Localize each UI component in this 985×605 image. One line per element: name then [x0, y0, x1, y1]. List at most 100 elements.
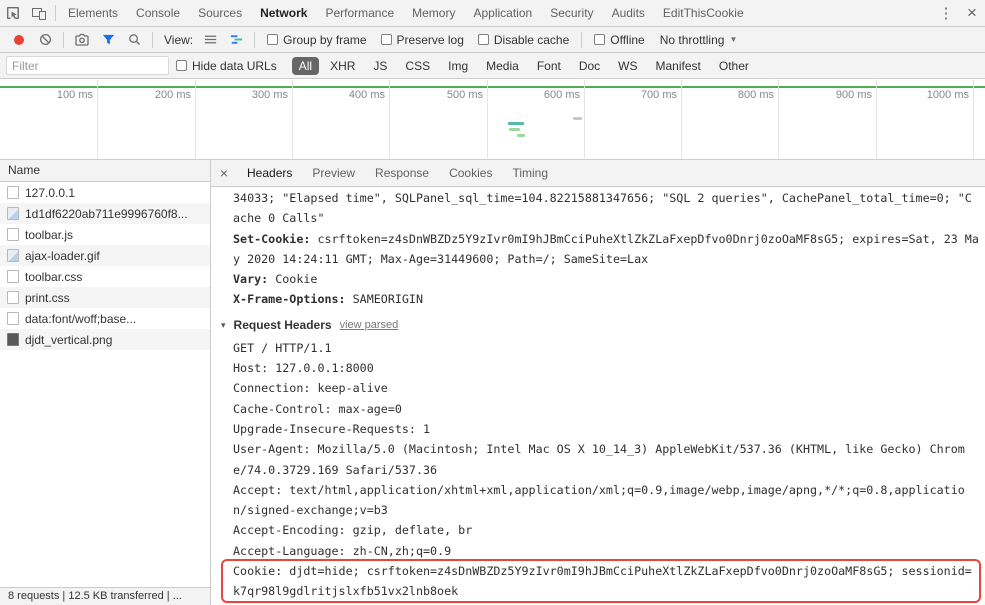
image-file-icon [7, 249, 19, 262]
details-tab-preview[interactable]: Preview [302, 160, 365, 186]
request-row-print-css[interactable]: print.css [0, 287, 210, 308]
name-column-header[interactable]: Name [0, 160, 210, 182]
kebab-menu-icon[interactable]: ⋮ [933, 1, 959, 25]
divider [152, 31, 153, 48]
request-row-toolbar-js[interactable]: toolbar.js [0, 224, 210, 245]
devtools-window: Elements Console Sources Network Performance… [0, 0, 985, 605]
tab-application[interactable]: Application [464, 0, 541, 26]
type-filter-manifest[interactable]: Manifest [649, 57, 708, 75]
waterfall-bar [509, 128, 520, 131]
show-overview-toggle[interactable] [223, 28, 249, 52]
response-header-line: y 2020 14:24:11 GMT; Max-Age=31449600; P… [233, 251, 649, 266]
request-name: toolbar.js [25, 227, 74, 242]
close-details-icon[interactable]: × [211, 160, 237, 186]
request-row-127-0-0-1[interactable]: 127.0.0.1 [0, 182, 210, 203]
checkbox-icon [267, 34, 279, 45]
request-row-ajax-loader-gif[interactable]: ajax-loader.gif [0, 245, 210, 266]
type-filter-xhr[interactable]: XHR [323, 57, 362, 75]
details-tab-response[interactable]: Response [365, 160, 439, 186]
timeline-label: 400 ms [348, 89, 385, 101]
request-header-line: Upgrade-Insecure-Requests: 1 [233, 421, 431, 436]
document-file-icon [7, 312, 19, 325]
tab-console[interactable]: Console [127, 0, 189, 26]
checkbox-icon [176, 60, 187, 71]
type-filter-css[interactable]: CSS [398, 57, 437, 75]
details-tab-timing[interactable]: Timing [502, 160, 558, 186]
device-toolbar-icon[interactable] [26, 1, 52, 25]
hide-data-urls-checkbox[interactable]: Hide data URLs [176, 59, 277, 73]
details-tab-headers[interactable]: Headers [237, 160, 302, 186]
inspect-element-glyph [7, 7, 19, 19]
tab-memory[interactable]: Memory [403, 0, 464, 26]
preserve-log-checkbox[interactable]: Preserve log [380, 33, 464, 47]
tab-editthiscookie[interactable]: EditThisCookie [654, 0, 753, 26]
details-tabbar: × Headers Preview Response Cookies Timing [211, 160, 985, 187]
search-icon [128, 34, 140, 46]
capture-screenshots-button[interactable] [69, 28, 95, 52]
panel-tabs: Elements Console Sources Network Performance… [59, 0, 753, 26]
search-button[interactable] [121, 28, 147, 52]
close-devtools-icon[interactable]: × [959, 1, 985, 25]
response-header-line: Set-Cookie: csrftoken=z4sDnWBZDz5Y9zIvr0… [233, 231, 979, 246]
tab-elements[interactable]: Elements [59, 0, 127, 26]
request-row-djdt-vertical-png[interactable]: djdt_vertical.png [0, 329, 210, 350]
request-headers-title: Request Headers [233, 317, 332, 332]
tab-network[interactable]: Network [251, 0, 316, 26]
request-headers-section: GET / HTTP/1.1 Host: 127.0.0.1:8000 Connec… [233, 338, 983, 602]
timeline-gridline [876, 80, 877, 159]
details-tab-cookies[interactable]: Cookies [439, 160, 502, 186]
overview-load-line [0, 86, 985, 88]
request-header-line: User-Agent: Mozilla/5.0 (Macintosh; Inte… [233, 442, 965, 457]
timeline-gridline [584, 80, 585, 159]
timeline-label: 200 ms [154, 89, 191, 101]
response-header-line: ache 0 Calls" [233, 211, 325, 226]
offline-checkbox[interactable]: Offline [594, 33, 645, 47]
request-headers-section-header[interactable]: ▾ Request Headers view parsed [221, 315, 983, 335]
use-large-rows-toggle[interactable] [197, 28, 223, 52]
disable-cache-label: Disable cache [493, 32, 570, 47]
type-filter-other[interactable]: Other [712, 57, 756, 75]
request-header-line: Host: 127.0.0.1:8000 [233, 361, 374, 376]
network-overview-timeline[interactable]: 100 ms 200 ms 300 ms 400 ms 500 ms 600 ms 700 … [0, 80, 985, 160]
network-toolbar: View: Group by frame Preserve log Disabl… [0, 27, 985, 53]
type-filter-doc[interactable]: Doc [572, 57, 607, 75]
clear-network-log-button[interactable] [32, 28, 58, 52]
type-filter-font[interactable]: Font [530, 57, 568, 75]
type-filter-ws[interactable]: WS [611, 57, 644, 75]
filter-input[interactable] [6, 56, 169, 75]
type-filter-js[interactable]: JS [366, 57, 394, 75]
view-label: View: [164, 32, 194, 47]
request-row-data-font-woff-base[interactable]: data:font/woff;base... [0, 308, 210, 329]
type-filter-media[interactable]: Media [479, 57, 526, 75]
request-row-toolbar-css[interactable]: toolbar.css [0, 266, 210, 287]
divider [55, 5, 56, 21]
checkbox-icon [380, 34, 392, 45]
tab-audits[interactable]: Audits [603, 0, 654, 26]
tab-performance[interactable]: Performance [316, 0, 403, 26]
clear-icon [39, 33, 51, 46]
devtools-tabbar: Elements Console Sources Network Performance… [0, 0, 985, 27]
list-rows-icon [204, 35, 216, 44]
request-row-1d1df6220ab711e9996760f8[interactable]: 1d1df6220ab711e9996760f8... [0, 203, 210, 224]
timeline-label: 500 ms [446, 89, 483, 101]
filter-button[interactable] [95, 28, 121, 52]
summary-status-bar: 8 requests | 12.5 KB transferred | ... [0, 587, 211, 605]
request-header-line: n/signed-exchange;v=b3 [233, 503, 388, 518]
timeline-gridline [778, 80, 779, 159]
inspect-element-icon[interactable] [0, 1, 26, 25]
tab-sources[interactable]: Sources [189, 0, 251, 26]
view-parsed-link[interactable]: view parsed [340, 315, 399, 335]
throttling-select[interactable]: No throttling ▼ [660, 33, 738, 47]
type-filter-all[interactable]: All [291, 56, 320, 75]
disable-cache-checkbox[interactable]: Disable cache [477, 32, 570, 47]
request-name: 1d1df6220ab711e9996760f8... [25, 206, 188, 221]
type-filter-img[interactable]: Img [441, 57, 475, 75]
request-header-line: Accept: text/html,application/xhtml+xml,… [233, 482, 965, 497]
timeline-label: 700 ms [640, 89, 677, 101]
disclosure-triangle-icon[interactable]: ▾ [221, 315, 226, 335]
response-header-line: X-Frame-Options: SAMEORIGIN [233, 292, 423, 307]
record-network-log-button[interactable] [6, 28, 32, 52]
tab-security[interactable]: Security [541, 0, 602, 26]
group-by-frame-checkbox[interactable]: Group by frame [267, 33, 367, 47]
response-header-line: 34033; "Elapsed time", SQLPanel_sql_time… [233, 191, 972, 205]
